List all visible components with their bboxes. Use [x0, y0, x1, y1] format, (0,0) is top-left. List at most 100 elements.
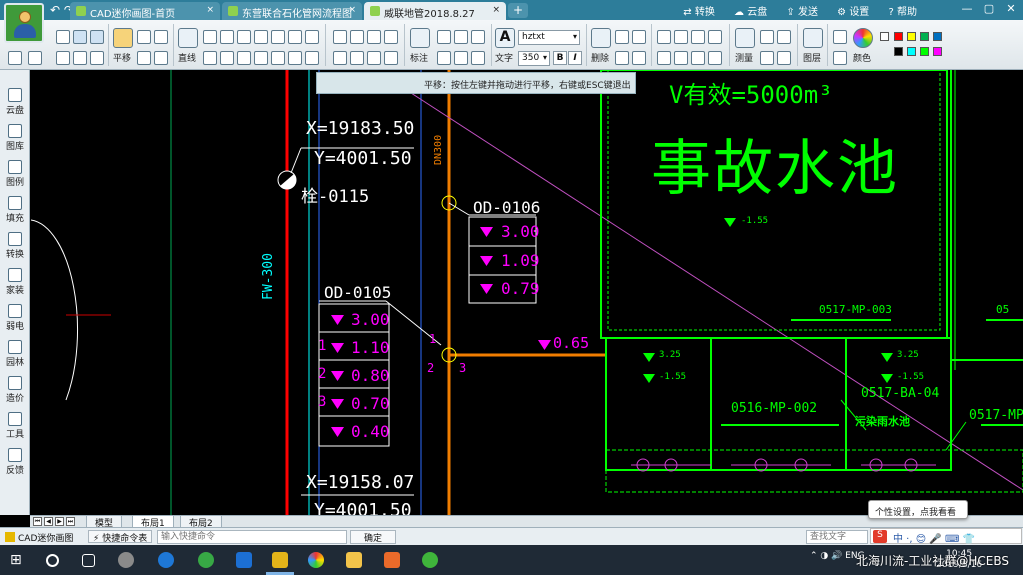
sidebar-item-decor[interactable]: 家装 — [2, 268, 28, 296]
sidebar-item-tools[interactable]: 工具 — [2, 412, 28, 440]
explode-icon[interactable] — [384, 51, 398, 65]
scale-icon[interactable] — [708, 30, 722, 44]
print-preview-icon[interactable] — [73, 51, 87, 65]
circle-icon[interactable] — [271, 30, 285, 44]
paste-icon[interactable] — [632, 30, 646, 44]
sidebar-item-garden[interactable]: 园林 — [2, 340, 28, 368]
move-cross-icon[interactable] — [657, 30, 671, 44]
open-folder-icon[interactable] — [28, 51, 42, 65]
sidebar-item-legend[interactable]: 图例 — [2, 160, 28, 188]
eraser-icon[interactable] — [591, 28, 611, 48]
edge-icon[interactable] — [236, 552, 252, 568]
new-tab-button[interactable]: + — [508, 3, 528, 18]
sidebar-item-library[interactable]: 图库 — [2, 124, 28, 152]
offset-icon[interactable] — [333, 51, 347, 65]
confirm-button[interactable]: 确定 — [350, 530, 396, 544]
save-as-icon[interactable] — [90, 30, 104, 44]
sidebar-item-cost[interactable]: 造价 — [2, 376, 28, 404]
xline-icon[interactable] — [305, 51, 319, 65]
color-swatch-white[interactable] — [880, 32, 889, 41]
color-swatch-lime[interactable] — [920, 47, 929, 56]
last-layout-icon[interactable]: ⏭ — [66, 517, 75, 526]
pan-tool-icon[interactable] — [113, 28, 133, 48]
font-select[interactable]: hztxt ▾ — [518, 30, 580, 45]
color-wheel-icon[interactable] — [853, 28, 873, 48]
cloud-line-icon[interactable] — [271, 51, 285, 65]
ie-icon[interactable] — [158, 552, 174, 568]
color-swatch-black[interactable] — [894, 47, 903, 56]
new-file-icon[interactable] — [56, 30, 70, 44]
stretch-icon[interactable] — [674, 51, 688, 65]
rotate-objects-icon[interactable] — [691, 30, 705, 44]
prev-layout-icon[interactable]: ◀ — [44, 517, 53, 526]
tab-home[interactable]: CAD迷你画图-首页 × — [70, 2, 220, 20]
app-orange-icon[interactable] — [384, 552, 400, 568]
minimize-icon[interactable]: — — [956, 2, 978, 15]
mirror-icon[interactable] — [350, 51, 364, 65]
quick-command-button[interactable]: ⚡ 快捷命令表 — [88, 530, 153, 544]
radius-dim-icon[interactable] — [471, 30, 485, 44]
first-layout-icon[interactable]: ⏮ — [33, 517, 42, 526]
open-icon[interactable] — [8, 51, 22, 65]
drawing-canvas[interactable]: X=19183.50 Y=4001.50 栓-0115 FW-300 DN300… — [31, 70, 1023, 515]
spline-icon[interactable] — [254, 51, 268, 65]
help-button[interactable]: ? 帮助 — [889, 7, 926, 18]
color-swatch-red[interactable] — [894, 32, 903, 41]
personalize-tooltip[interactable]: 个性设置，点我看看 — [868, 500, 968, 519]
polyline-icon[interactable] — [203, 30, 217, 44]
convert-button[interactable]: ⇄ 转换 — [683, 7, 723, 18]
triangle-icon[interactable] — [203, 51, 217, 65]
maximize-icon[interactable]: ▢ — [978, 2, 1000, 15]
rect-icon[interactable] — [288, 30, 302, 44]
color-swatch-yellow[interactable] — [907, 32, 916, 41]
360-icon[interactable] — [198, 552, 214, 568]
lineweight-icon[interactable] — [833, 51, 847, 65]
settings-button[interactable]: ⚙ 设置 — [837, 7, 877, 18]
zoom-out-icon[interactable] — [154, 30, 168, 44]
measure-icon[interactable] — [735, 28, 755, 48]
rotate-icon[interactable] — [237, 30, 251, 44]
task-view-icon[interactable] — [82, 554, 95, 567]
sidebar-item-convert[interactable]: 转换 — [2, 232, 28, 260]
sidebar-item-feedback[interactable]: 反馈 — [2, 448, 28, 476]
sidebar-item-lowvoltage[interactable]: 弱电 — [2, 304, 28, 332]
copy-objects-icon[interactable] — [674, 30, 688, 44]
fan-app-icon[interactable] — [118, 552, 134, 568]
area-icon[interactable] — [760, 30, 774, 44]
search-text-input[interactable] — [806, 530, 868, 544]
match-props-icon[interactable] — [632, 51, 646, 65]
chrome-icon[interactable] — [308, 552, 324, 568]
coords-icon[interactable] — [777, 51, 791, 65]
folder-icon[interactable] — [346, 552, 362, 568]
ellipse-icon[interactable] — [305, 30, 319, 44]
cloud-button[interactable]: ☁ 云盘 — [734, 7, 775, 18]
zoom-in-icon[interactable] — [137, 30, 151, 44]
color-swatch-green[interactable] — [920, 32, 929, 41]
send-button[interactable]: ⇪ 发送 — [786, 7, 826, 18]
aligned-dim-icon[interactable] — [437, 30, 451, 44]
break-icon[interactable] — [367, 30, 381, 44]
text-tool-icon[interactable]: A — [495, 28, 515, 48]
color-swatch-blue[interactable] — [933, 32, 942, 41]
leader-icon[interactable] — [437, 51, 451, 65]
cad-taskbar-icon[interactable] — [272, 552, 288, 568]
close-icon[interactable]: × — [348, 5, 356, 15]
next-layout-icon[interactable]: ▶ — [55, 517, 64, 526]
move-icon[interactable] — [220, 30, 234, 44]
sidebar-item-cloud[interactable]: 云盘 — [2, 88, 28, 116]
ray-icon[interactable] — [288, 51, 302, 65]
clipboard-icon[interactable] — [615, 51, 629, 65]
arc-icon[interactable] — [254, 30, 268, 44]
dimension-icon[interactable] — [410, 28, 430, 48]
italic-button[interactable]: I — [568, 51, 582, 65]
layer-icon[interactable] — [803, 28, 823, 48]
copy-icon[interactable] — [615, 30, 629, 44]
windows-start-icon[interactable]: ⊞ — [10, 552, 26, 568]
export-icon[interactable] — [90, 51, 104, 65]
rectangle-icon[interactable] — [237, 51, 251, 65]
arc-length-icon[interactable] — [471, 51, 485, 65]
array-icon[interactable] — [657, 51, 671, 65]
quick-command-input[interactable] — [157, 530, 347, 544]
bold-button[interactable]: B — [553, 51, 567, 65]
ime-toolbar[interactable]: S 中 ·, 😊 🎤 ⌨ 👕 — [870, 528, 1022, 545]
